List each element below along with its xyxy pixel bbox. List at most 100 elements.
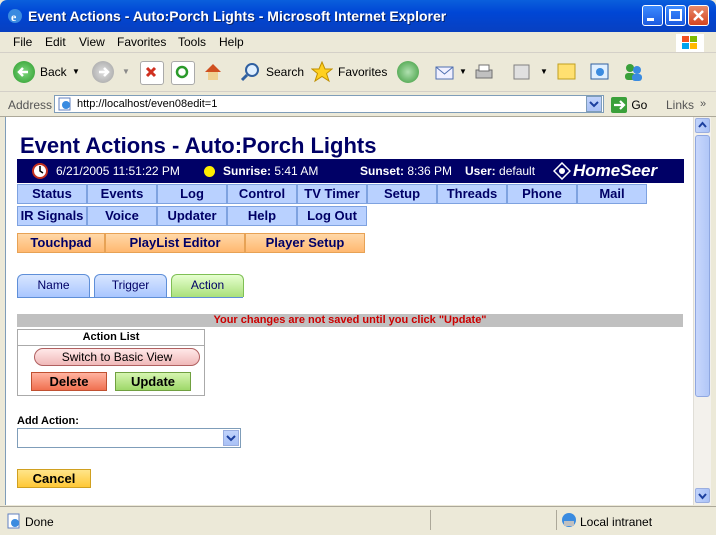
clock-icon [31, 162, 49, 183]
nav-touchpad[interactable]: Touchpad [17, 233, 105, 253]
nav-control[interactable]: Control [227, 184, 297, 204]
history-icon[interactable] [397, 61, 419, 83]
nav-mail[interactable]: Mail [577, 184, 647, 204]
scroll-thumb[interactable] [695, 135, 710, 397]
action-list-panel: Action List Switch to Basic View Delete … [17, 329, 205, 396]
favorites-star-icon[interactable] [310, 60, 334, 83]
tab-divider [17, 297, 243, 298]
nav-log[interactable]: Log [157, 184, 227, 204]
address-label: Address [8, 98, 53, 112]
tab-action[interactable]: Action [171, 274, 244, 297]
home-icon[interactable] [202, 61, 224, 83]
close-button[interactable] [688, 5, 709, 26]
menu-favorites[interactable]: Favorites [117, 35, 166, 49]
nav-log-out[interactable]: Log Out [297, 206, 367, 226]
favorites-button[interactable]: Favorites [338, 65, 387, 79]
discuss-icon[interactable] [556, 61, 578, 83]
status-divider [556, 510, 557, 530]
sunrise-value: 5:41 AM [274, 164, 319, 178]
status-divider [430, 510, 431, 530]
back-arrow-icon[interactable] [13, 61, 35, 83]
zone-text: Local intranet [580, 515, 653, 529]
add-action-label: Add Action: [17, 415, 79, 427]
menu-tools[interactable]: Tools [178, 35, 206, 49]
toolbar: Back ▼ ▼ Search Favorites ▼ ▼ [0, 53, 716, 92]
mail-icon[interactable] [434, 61, 456, 83]
ie-icon: e [7, 8, 23, 24]
maximize-button[interactable] [665, 5, 686, 26]
menu-help[interactable]: Help [219, 35, 244, 49]
minimize-button[interactable] [642, 5, 663, 26]
refresh-icon[interactable] [171, 61, 195, 85]
scroll-up-icon[interactable] [695, 118, 710, 133]
nav-help[interactable]: Help [227, 206, 297, 226]
status-bar: Done Local intranet [0, 506, 716, 535]
title-bar[interactable]: e Event Actions - Auto:Porch Lights - Mi… [0, 0, 716, 32]
edit-icon[interactable] [511, 61, 533, 83]
address-dropdown-icon[interactable] [586, 96, 602, 112]
print-icon[interactable] [473, 61, 495, 83]
add-action-select[interactable] [17, 428, 241, 448]
search-icon[interactable] [240, 61, 262, 83]
user-value: default [499, 164, 536, 178]
forward-dropdown-icon[interactable]: ▼ [122, 67, 130, 76]
svg-text:e: e [11, 10, 17, 24]
edit-dropdown-icon[interactable]: ▼ [540, 67, 548, 76]
cancel-button[interactable]: Cancel [17, 469, 91, 488]
tab-trigger[interactable]: Trigger [94, 274, 167, 297]
nav-phone[interactable]: Phone [507, 184, 577, 204]
address-bar: Address http://localhost/even08edit=1 [0, 92, 716, 117]
homeseer-logo: HomeSeer [573, 161, 658, 180]
warning-bar: Your changes are not saved until you cli… [17, 314, 683, 327]
nav-tv-timer[interactable]: TV Timer [297, 184, 367, 204]
tab-name[interactable]: Name [17, 274, 90, 297]
sun-icon [203, 165, 216, 181]
menu-view[interactable]: View [79, 35, 105, 49]
back-button[interactable]: Back [40, 65, 67, 79]
action-list-header: Action List [82, 331, 140, 343]
info-bar: 6/21/2005 11:51:22 PM Sunrise: 5:41 AM S… [17, 159, 684, 183]
user-label: User: [465, 164, 496, 178]
window-title: Event Actions - Auto:Porch Lights - Micr… [28, 8, 447, 24]
menu-bar: File Edit View Favorites Tools Help [0, 32, 716, 53]
research-icon[interactable] [589, 61, 611, 83]
stop-icon[interactable] [140, 61, 164, 85]
menu-file[interactable]: File [13, 35, 32, 49]
address-value: http://localhost/even08edit=1 [77, 98, 218, 110]
nav-events[interactable]: Events [87, 184, 157, 204]
done-page-icon [6, 513, 22, 532]
messenger-icon[interactable] [622, 61, 644, 83]
update-button[interactable]: Update [115, 372, 191, 391]
mail-dropdown-icon[interactable]: ▼ [459, 67, 467, 76]
scroll-down-icon[interactable] [695, 488, 710, 503]
page-title: Event Actions - Auto:Porch Lights [20, 133, 377, 158]
action-list-divider [18, 345, 204, 346]
nav-voice[interactable]: Voice [87, 206, 157, 226]
nav-status[interactable]: Status [17, 184, 87, 204]
nav-player-setup[interactable]: Player Setup [245, 233, 365, 253]
page-content: Event Actions - Auto:Porch Lights 6/21/2… [5, 117, 694, 505]
vertical-scrollbar[interactable] [693, 117, 711, 505]
chevron-down-icon[interactable] [223, 430, 239, 446]
sunrise-label: Sunrise: [223, 164, 272, 178]
windows-flag-icon [676, 34, 704, 52]
nav-playlist-editor[interactable]: PlayList Editor [105, 233, 245, 253]
forward-arrow-icon[interactable] [92, 61, 114, 83]
search-button[interactable]: Search [266, 65, 304, 79]
nav-ir-signals[interactable]: IR Signals [17, 206, 87, 226]
go-label: Go [631, 98, 648, 112]
nav-updater[interactable]: Updater [157, 206, 227, 226]
nav-threads[interactable]: Threads [437, 184, 507, 204]
address-input[interactable]: http://localhost/even08edit=1 [54, 95, 604, 113]
links-button[interactable]: Links [666, 98, 694, 112]
go-button[interactable]: Go [610, 96, 647, 114]
delete-button[interactable]: Delete [31, 372, 107, 391]
warning-text: Your changes are not saved until you cli… [213, 314, 487, 326]
sunset-label: Sunset: [360, 164, 405, 178]
menu-edit[interactable]: Edit [45, 35, 66, 49]
nav-setup[interactable]: Setup [367, 184, 437, 204]
back-dropdown-icon[interactable]: ▼ [72, 67, 80, 76]
intranet-icon [561, 512, 577, 531]
switch-basic-view-button[interactable]: Switch to Basic View [34, 348, 200, 366]
links-chevron-icon[interactable]: » [700, 98, 706, 110]
